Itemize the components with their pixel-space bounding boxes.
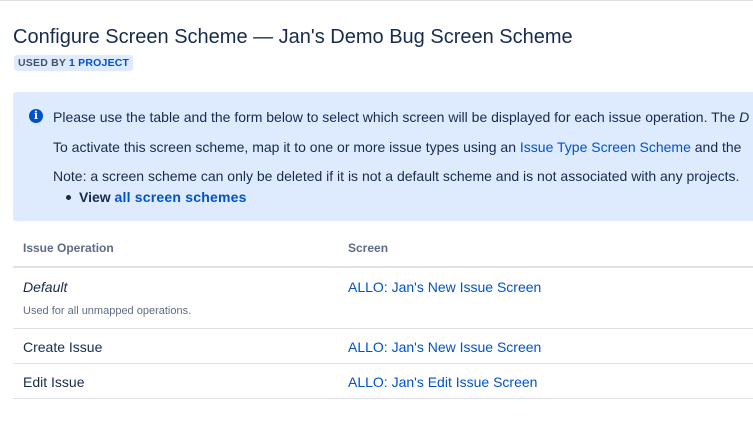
screen-cell: ALLO: Jan's Edit Issue Screen <box>338 363 753 399</box>
table-header-row: Issue Operation Screen <box>13 230 753 268</box>
page-content: Configure Screen Scheme — Jan's Demo Bug… <box>13 0 753 439</box>
info-usage-emphasis: D <box>739 109 750 125</box>
screen-link[interactable]: ALLO: Jan's Edit Issue Screen <box>348 364 753 390</box>
operation-cell: Default Used for all unmapped operations… <box>13 267 338 329</box>
info-activate-text: To activate this screen scheme, map it t… <box>53 139 520 155</box>
info-icon: i <box>29 109 43 123</box>
operation-cell: Create Issue <box>13 328 338 364</box>
info-line-usage: Please use the table and the form below … <box>53 108 749 126</box>
screen-link[interactable]: ALLO: Jan's New Issue Screen <box>348 268 753 295</box>
table-row: Edit Issue ALLO: Jan's Edit Issue Screen <box>13 363 753 399</box>
used-by-projects-link[interactable]: 1 PROJECT <box>69 57 129 69</box>
info-usage-text: Please use the table and the form below … <box>53 109 740 125</box>
operation-name: Default <box>23 279 68 295</box>
column-header-screen: Screen <box>338 230 753 268</box>
used-by-badge: USED BY 1 PROJECT <box>14 55 134 71</box>
info-message-panel: i Please use the table and the form belo… <box>13 92 753 221</box>
operation-name: Create Issue <box>23 339 103 355</box>
column-header-issue-operation: Issue Operation <box>13 230 338 268</box>
issue-type-screen-scheme-link[interactable]: Issue Type Screen Scheme <box>520 139 691 155</box>
operation-name: Edit Issue <box>23 374 85 390</box>
page-title: Configure Screen Scheme — Jan's Demo Bug… <box>13 26 573 48</box>
screen-cell: ALLO: Jan's New Issue Screen <box>338 267 753 329</box>
operation-description: Used for all unmapped operations. <box>23 305 192 317</box>
screen-link[interactable]: ALLO: Jan's New Issue Screen <box>348 329 753 355</box>
view-prefix: View <box>79 189 115 205</box>
table-row: Default Used for all unmapped operations… <box>13 267 753 329</box>
screen-scheme-table: Issue Operation Screen Default Used for … <box>13 230 753 399</box>
all-screen-schemes-link[interactable]: all screen schemes <box>115 189 247 205</box>
view-all-schemes-item: View all screen schemes <box>66 188 247 206</box>
screen-cell: ALLO: Jan's New Issue Screen <box>338 328 753 364</box>
used-by-label: USED BY <box>18 57 66 69</box>
operation-cell: Edit Issue <box>13 363 338 399</box>
info-line-note: Note: a screen scheme can only be delete… <box>53 168 740 184</box>
table-row: Create Issue ALLO: Jan's New Issue Scree… <box>13 328 753 364</box>
info-activate-suffix: and the <box>690 139 742 155</box>
info-line-activate: To activate this screen scheme, map it t… <box>53 138 741 156</box>
